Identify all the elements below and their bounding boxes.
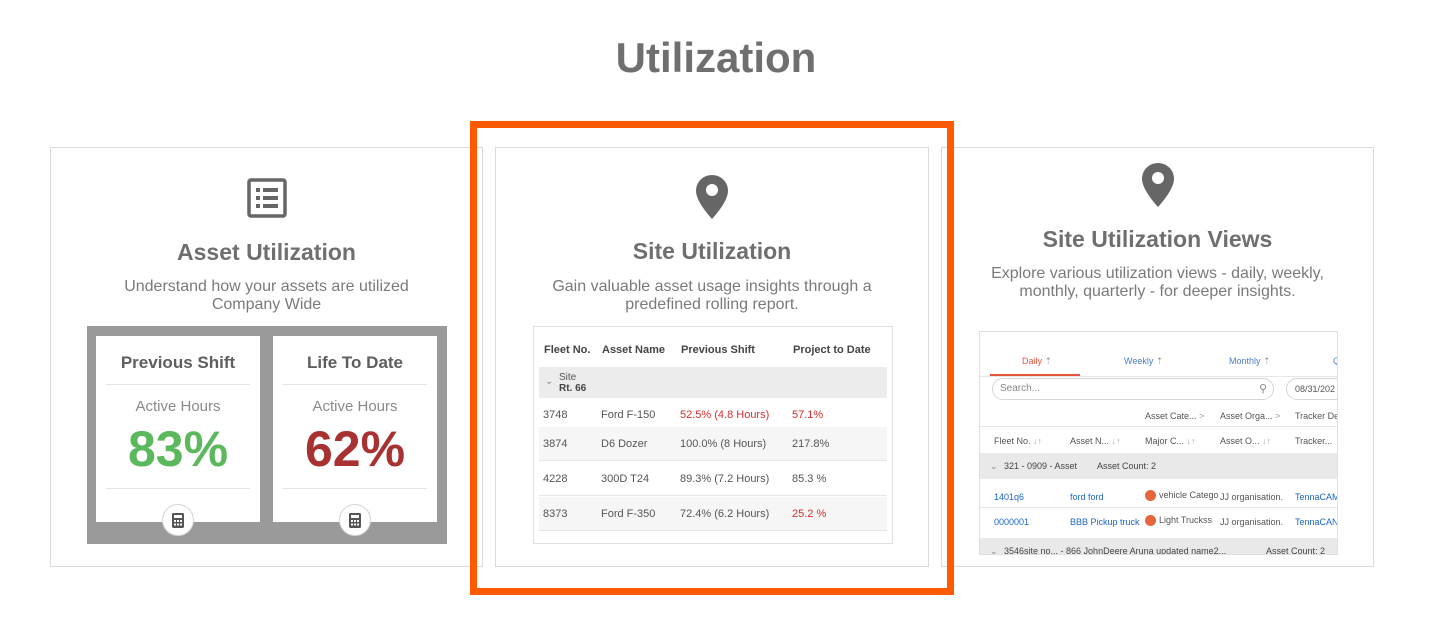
life-to-date-box: Life To Date Active Hours 62%	[273, 336, 437, 536]
column-header[interactable]: Fleet No. ↓↑	[994, 436, 1042, 446]
site-group-row[interactable]: ⌄ Site Rt. 66	[539, 367, 887, 398]
card-description: Understand how your assets are utilized …	[124, 278, 409, 313]
asset-link[interactable]: BBB Pickup truck	[1070, 517, 1140, 527]
project-to-date: 57.1%	[792, 409, 824, 421]
fleet-no: 3874	[543, 438, 568, 450]
tab-daily[interactable]: Daily ⇡	[990, 346, 1080, 376]
group-header: Asset Cate... >	[1145, 411, 1205, 421]
asset-link[interactable]: ford ford	[1070, 492, 1104, 502]
column-header[interactable]: Major C... ↓↑	[1145, 436, 1196, 446]
search-input[interactable]: Search...	[992, 378, 1274, 400]
tab-quarterly[interactable]: Q	[1333, 346, 1337, 376]
project-to-date: 85.3 %	[792, 473, 827, 485]
organisation: JJ organisation.	[1220, 492, 1284, 502]
project-to-date: 25.2 %	[792, 508, 827, 520]
column-header[interactable]: Asset N... ↓↑	[1070, 436, 1121, 446]
panel-title: Previous Shift	[120, 353, 236, 372]
group-header: Tracker De	[1295, 411, 1338, 421]
group-name: 321 - 0909 - Asset	[1004, 461, 1078, 471]
project-to-date: 217.8%	[792, 438, 830, 450]
category-icon	[1145, 490, 1156, 502]
previous-shift: 100.0% (8 Hours)	[680, 438, 767, 450]
panel-value: 62%	[304, 421, 406, 477]
previous-shift: 52.5% (4.8 Hours)	[680, 409, 770, 421]
utilization-views-preview: Daily ⇡ Weekly ⇡ Monthly ⇡ Q Search... ⚲…	[979, 331, 1338, 555]
column-header[interactable]: Tracker...	[1295, 436, 1332, 446]
chevron-down-icon[interactable]: ⌄	[545, 376, 553, 387]
date-field[interactable]: 08/31/202	[1286, 378, 1337, 400]
previous-shift: 89.3% (7.2 Hours)	[680, 473, 770, 485]
list-document-icon	[246, 178, 287, 223]
shift-panel: Previous Shift Active Hours 83% Life To …	[87, 326, 447, 544]
group-count: Asset Count: 2	[1097, 461, 1157, 471]
asset-name: 300D T24	[601, 473, 650, 485]
tracker-link[interactable]: TennaCAN	[1295, 517, 1337, 527]
asset-name: Ford F-150	[601, 409, 656, 421]
organisation: JJ organisation.	[1220, 517, 1284, 527]
fleet-link[interactable]: 0000001	[994, 517, 1029, 527]
card-description: Gain valuable asset usage insights throu…	[552, 278, 872, 313]
map-pin-icon	[696, 175, 728, 224]
group-header: Asset Orga... >	[1220, 411, 1281, 421]
page-title: Utilization	[615, 34, 817, 81]
search-icon[interactable]: ⚲	[1259, 382, 1267, 395]
table-row[interactable]: 8373 Ford F-350 72.4% (6.2 Hours) 25.2 %	[539, 497, 887, 531]
fleet-no: 8373	[543, 508, 568, 520]
fleet-no: 3748	[543, 409, 568, 421]
card-title: Asset Utilization	[177, 239, 356, 265]
tab-monthly[interactable]: Monthly ⇡	[1229, 346, 1271, 376]
site-utilization-views-card[interactable]: Site Utilization Views Explore various u…	[941, 147, 1374, 567]
column-header: Previous Shift	[681, 344, 755, 356]
tab-weekly[interactable]: Weekly ⇡	[1124, 346, 1163, 376]
table-header: Fleet No. Asset Name Previous Shift Proj…	[534, 327, 892, 367]
card-title: Site Utilization Views	[1042, 226, 1273, 252]
fleet-no: 4228	[543, 473, 568, 485]
site-name: Rt. 66	[559, 383, 587, 394]
card-title: Site Utilization	[632, 238, 792, 264]
group-row[interactable]: ⌄ 321 - 0909 - Asset Asset Count: 2	[980, 453, 1337, 479]
table-row[interactable]: 3874 D6 Dozer 100.0% (8 Hours) 217.8%	[539, 427, 887, 461]
asset-name: Ford F-350	[601, 508, 656, 520]
category-icon	[1145, 515, 1156, 527]
category: vehicle Catego	[1145, 490, 1219, 502]
previous-shift: 72.4% (6.2 Hours)	[680, 508, 770, 520]
calculator-icon[interactable]	[162, 504, 194, 536]
calculator-icon[interactable]	[339, 504, 371, 536]
chevron-down-icon[interactable]: ⌄	[990, 546, 998, 554]
column-header[interactable]: Asset O... ↓↑	[1220, 436, 1271, 446]
site-utilization-card[interactable]: Site Utilization Gain valuable asset usa…	[495, 147, 929, 567]
panel-label: Active Hours	[312, 398, 398, 415]
category: Light Truckss	[1145, 515, 1212, 527]
tracker-link[interactable]: TennaCAM	[1295, 492, 1337, 502]
panel-label: Active Hours	[135, 398, 221, 415]
asset-utilization-card[interactable]: Asset Utilization Understand how your as…	[50, 147, 483, 567]
panel-title: Life To Date	[306, 353, 404, 372]
column-header: Fleet No.	[544, 344, 591, 356]
group-name: 3546site no... - 866 JohnDeere Aruna upd…	[1004, 546, 1227, 555]
chevron-down-icon[interactable]: ⌄	[990, 461, 998, 472]
column-header: Asset Name	[602, 344, 665, 356]
table-row[interactable]: 4228 300D T24 89.3% (7.2 Hours) 85.3 %	[539, 462, 887, 496]
rolling-report-table: Fleet No. Asset Name Previous Shift Proj…	[533, 326, 893, 544]
group-count: Asset Count: 2	[1266, 546, 1326, 555]
card-description: Explore various utilization views - dail…	[991, 265, 1324, 300]
asset-name: D6 Dozer	[601, 438, 648, 450]
previous-shift-box: Previous Shift Active Hours 83%	[96, 336, 260, 536]
column-header: Project to Date	[793, 344, 871, 356]
fleet-link[interactable]: 1401q6	[994, 492, 1024, 502]
site-label: Site	[559, 372, 577, 383]
group-row[interactable]: ⌄ 3546site no... - 866 JohnDeere Aruna u…	[980, 538, 1337, 555]
map-pin-icon	[1141, 163, 1174, 212]
panel-value: 83%	[127, 421, 229, 477]
